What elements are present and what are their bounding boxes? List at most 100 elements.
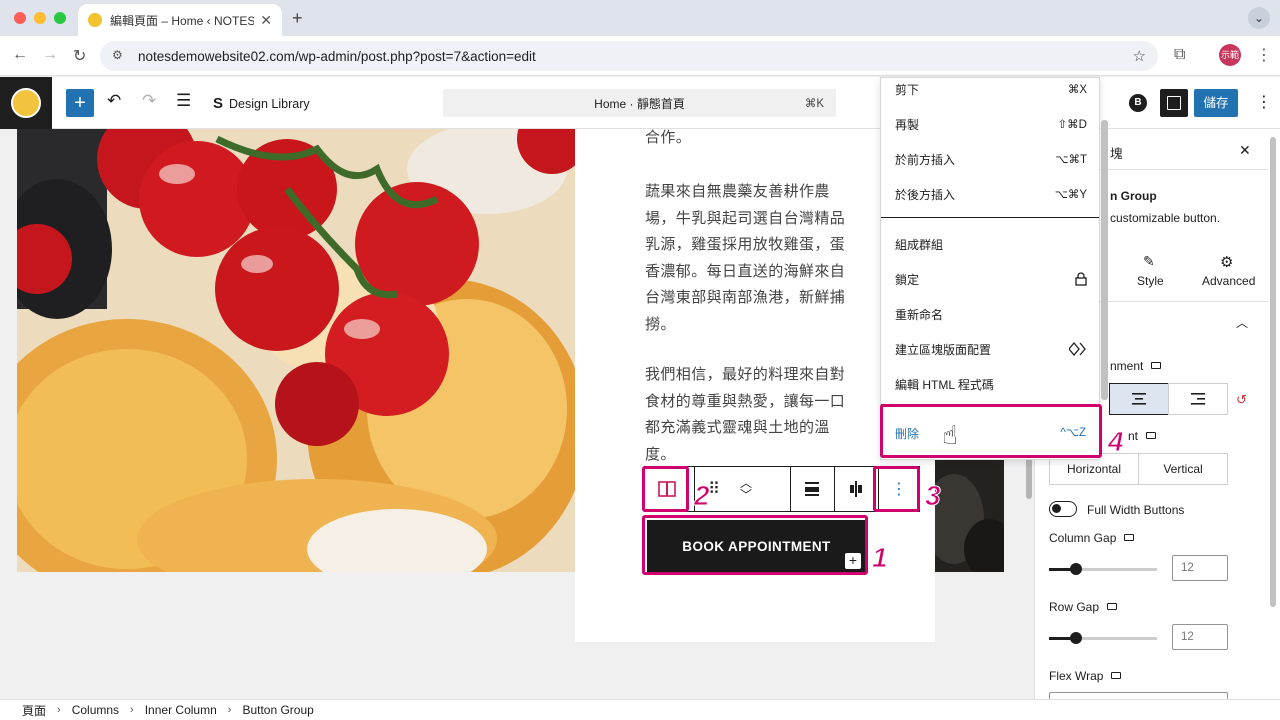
- flex-wrap-label-text: Flex Wrap: [1049, 669, 1104, 683]
- menu-item-cut[interactable]: 剪下 ⌘X: [895, 79, 1087, 99]
- menu-item-group[interactable]: 組成群組: [895, 234, 1087, 254]
- menu-item-edit-html[interactable]: 編輯 HTML 程式碼: [895, 374, 1087, 394]
- responsive-monitor-icon[interactable]: [1107, 603, 1118, 611]
- menu-scrollbar[interactable]: [1101, 120, 1108, 400]
- align-center-button[interactable]: [1109, 383, 1169, 415]
- design-library-button[interactable]: S Design Library: [213, 95, 310, 112]
- reload-icon[interactable]: ↻: [73, 46, 86, 66]
- back-arrow-icon[interactable]: ←: [12, 46, 28, 64]
- pasta-tomato-image[interactable]: [17, 129, 575, 572]
- menu-item-lock[interactable]: 鎖定: [895, 269, 1087, 289]
- breadcrumb-item-page[interactable]: 頁面: [22, 702, 46, 719]
- close-window-button[interactable]: [14, 12, 26, 24]
- block-options-dropdown: 剪下 ⌘X 再製 ⇧⌘D 於前方插入 ⌥⌘T 於後方插入 ⌥⌘Y 組成群組 鎖定 重新命…: [880, 77, 1100, 460]
- menu-item-label: 於後方插入: [895, 187, 956, 202]
- url-input[interactable]: ⚙ notesdemowebsite02.com/wp-admin/post.p…: [100, 41, 1158, 71]
- options-menu-icon[interactable]: ⋮: [1256, 92, 1272, 112]
- maximize-window-button[interactable]: [54, 12, 66, 24]
- tab-close-icon[interactable]: ✕: [260, 12, 272, 29]
- site-settings-icon[interactable]: ⚙: [112, 48, 128, 64]
- responsive-monitor-icon[interactable]: [1111, 672, 1122, 680]
- bookmark-star-icon[interactable]: ☆: [1133, 47, 1146, 65]
- row-gap-input[interactable]: 12: [1172, 624, 1228, 650]
- block-inserter-button[interactable]: +: [66, 89, 94, 117]
- align-right-button[interactable]: [1168, 383, 1228, 415]
- full-width-label: Full Width Buttons: [1087, 503, 1185, 517]
- profile-avatar[interactable]: 示範: [1219, 44, 1241, 66]
- row-gap-slider-knob[interactable]: [1070, 632, 1082, 644]
- side-image[interactable]: [934, 459, 1004, 572]
- sidebar-close-icon[interactable]: ✕: [1239, 142, 1251, 159]
- blocksy-icon[interactable]: B: [1129, 94, 1147, 112]
- reset-icon[interactable]: ↺: [1236, 392, 1247, 408]
- breadcrumb-item-inner-column[interactable]: Inner Column: [145, 703, 217, 717]
- paragraph-2[interactable]: 我們相信，最好的料理來自對食材的尊重與熱愛，讓每一口都充滿義式靈魂與土地的溫度。: [645, 362, 857, 468]
- orientation-vertical-button[interactable]: Vertical: [1138, 453, 1228, 485]
- row-gap-slider[interactable]: [1049, 632, 1157, 644]
- advanced-gear-icon: ⚙: [1220, 254, 1234, 271]
- justify-toolbar-button[interactable]: [835, 467, 877, 511]
- full-width-toggle[interactable]: [1049, 501, 1077, 517]
- document-overview-icon[interactable]: ☰: [176, 91, 191, 111]
- flex-wrap-label: Flex Wrap: [1049, 669, 1122, 683]
- move-up-down[interactable]: ︿ ﹀: [731, 467, 761, 511]
- undo-icon[interactable]: ↶: [107, 91, 121, 111]
- responsive-monitor-icon[interactable]: [1124, 534, 1135, 542]
- menu-item-create-pattern[interactable]: 建立區塊版面配置: [895, 339, 1087, 359]
- forward-arrow-icon[interactable]: →: [42, 46, 58, 64]
- align-toolbar-button[interactable]: [791, 467, 833, 511]
- style-tab[interactable]: Style: [1137, 274, 1164, 288]
- menu-item-insert-after[interactable]: 於後方插入 ⌥⌘Y: [895, 184, 1087, 204]
- menu-item-label: 剪下: [895, 82, 920, 97]
- design-library-label: Design Library: [229, 96, 310, 111]
- menu-item-shortcut: ⌥⌘Y: [1054, 189, 1087, 201]
- sidebar-scroll-thumb[interactable]: [1270, 137, 1276, 607]
- sidebar-block-tab[interactable]: 塊: [1110, 143, 1123, 162]
- chevron-down-icon[interactable]: ﹀: [740, 489, 752, 501]
- annotation-1: 1: [872, 542, 889, 574]
- breadcrumb-chevron-icon: ›: [227, 704, 232, 716]
- command-shortcut: ⌘K: [804, 98, 824, 110]
- paragraph-1[interactable]: 蔬果來自無農藥友善耕作農場，牛乳與起司選自台灣精品乳源，雞蛋採用放牧雞蛋，蛋香濃…: [645, 179, 857, 338]
- paragraph-0[interactable]: 合作。: [645, 125, 857, 152]
- new-tab-button[interactable]: +: [292, 8, 303, 29]
- save-button[interactable]: 儲存: [1194, 89, 1238, 117]
- site-logo[interactable]: [0, 77, 52, 129]
- flex-wrap-select[interactable]: [1049, 692, 1228, 699]
- responsive-monitor-icon[interactable]: [1146, 432, 1157, 440]
- menu-item-label: 鎖定: [895, 272, 920, 287]
- column-gap-input[interactable]: 12: [1172, 555, 1228, 581]
- responsive-monitor-icon[interactable]: [1151, 362, 1162, 370]
- breadcrumb-item-button-group[interactable]: Button Group: [242, 703, 313, 717]
- alignment-label-text: nment: [1110, 359, 1144, 373]
- align-right-icon: [1191, 393, 1205, 405]
- highlight-box-2: [642, 466, 689, 512]
- tab-search-chevron-icon[interactable]: ⌄: [1248, 7, 1270, 29]
- menu-item-shortcut: ⇧⌘D: [1057, 119, 1087, 131]
- menu-item-shortcut: ⌥⌘T: [1055, 154, 1087, 166]
- browser-tab[interactable]: 編輯頁面 – Home ‹ NOTES Ital ✕: [78, 4, 282, 36]
- justify-center-icon: [850, 481, 862, 497]
- settings-panel-toggle-icon[interactable]: [1160, 89, 1188, 117]
- menu-item-label: 編輯 HTML 程式碼: [895, 377, 994, 392]
- redo-icon[interactable]: ↷: [142, 91, 156, 111]
- menu-item-insert-before[interactable]: 於前方插入 ⌥⌘T: [895, 149, 1087, 169]
- minimize-window-button[interactable]: [34, 12, 46, 24]
- menu-item-label: 於前方插入: [895, 152, 956, 167]
- sidebar-scrollbar[interactable]: [1268, 129, 1277, 609]
- row-gap-label: Row Gap: [1049, 600, 1118, 614]
- menu-item-rename[interactable]: 重新命名: [895, 304, 1087, 324]
- column-gap-slider-knob[interactable]: [1070, 563, 1082, 575]
- column-gap-slider[interactable]: [1049, 563, 1157, 575]
- advanced-tab[interactable]: Advanced: [1202, 274, 1255, 288]
- document-title-bar[interactable]: Home · 靜態首頁 ⌘K: [443, 89, 836, 117]
- panel-collapse-chevron-up-icon[interactable]: ︿: [1236, 314, 1248, 331]
- menu-item-label: 再製: [895, 117, 920, 132]
- menu-item-duplicate[interactable]: 再製 ⇧⌘D: [895, 114, 1087, 134]
- extensions-puzzle-icon[interactable]: ⧉: [1174, 46, 1185, 64]
- editor-canvas: [0, 129, 1022, 699]
- breadcrumb-item-columns[interactable]: Columns: [72, 703, 119, 717]
- browser-menu-icon[interactable]: ⋮: [1256, 45, 1272, 65]
- annotation-2: 2: [694, 480, 711, 512]
- orientation-label-text: nt: [1128, 429, 1139, 443]
